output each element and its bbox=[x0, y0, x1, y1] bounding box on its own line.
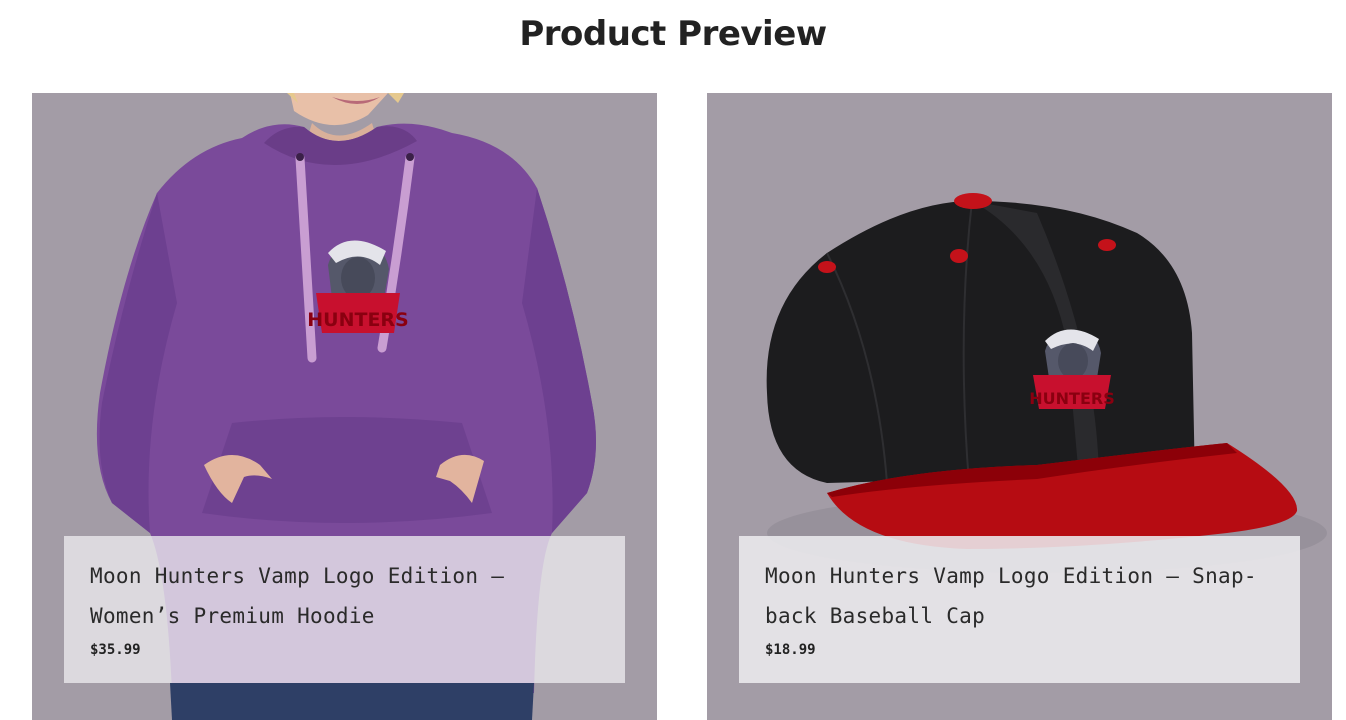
product-info-box: Moon Hunters Vamp Logo Edition – Women’s… bbox=[64, 536, 625, 683]
svg-text:HUNTERS: HUNTERS bbox=[307, 309, 409, 331]
product-price: $35.99 bbox=[90, 642, 141, 658]
product-info-box: Moon Hunters Vamp Logo Edition – Snap-ba… bbox=[739, 536, 1300, 683]
product-card-cap[interactable]: HUNTERS Moon Hunters Vamp Logo Edition –… bbox=[707, 93, 1332, 720]
product-card-hoodie[interactable]: HUNTERS Moon Hunters Vamp Logo Edition –… bbox=[32, 93, 657, 720]
page-title: Product Preview bbox=[519, 14, 827, 54]
svg-text:HUNTERS: HUNTERS bbox=[1029, 389, 1114, 408]
product-price: $18.99 bbox=[765, 642, 816, 658]
product-title[interactable]: Moon Hunters Vamp Logo Edition – Women’s… bbox=[90, 556, 599, 636]
product-title[interactable]: Moon Hunters Vamp Logo Edition – Snap-ba… bbox=[765, 556, 1274, 636]
